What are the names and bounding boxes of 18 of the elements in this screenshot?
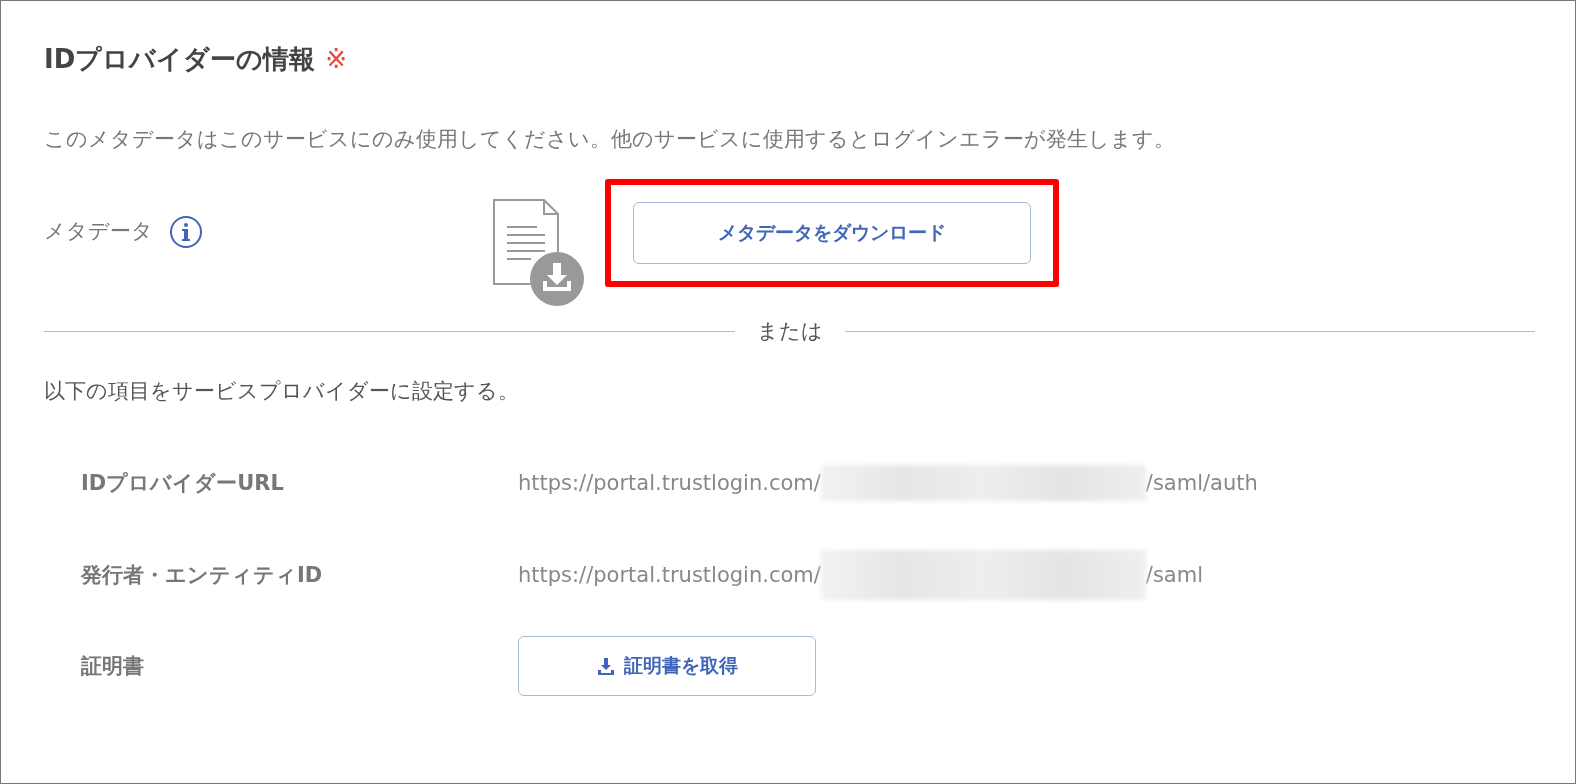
divider-label: または: [756, 318, 823, 345]
field-label: IDプロバイダーURL: [81, 470, 285, 497]
url-text: https://portal.trustlogin.com/: [518, 471, 821, 495]
notice-text: このメタデータはこのサービスにのみ使用してください。他のサービスに使用するとログインエラーが発生します。: [44, 126, 1176, 153]
field-label: 発行者・エンティティID: [81, 562, 324, 589]
metadata-label: メタデータ: [44, 218, 153, 245]
field-label: 証明書: [81, 653, 145, 680]
document-download-icon: [491, 197, 585, 307]
required-mark: ※: [325, 44, 348, 74]
download-icon: [596, 656, 616, 676]
section-title: IDプロバイダーの情報: [44, 42, 316, 76]
instruction-text: 以下の項目をサービスプロバイダーに設定する。: [44, 378, 520, 405]
url-text: /saml: [1145, 563, 1203, 587]
info-icon[interactable]: [169, 215, 203, 249]
url-text: /saml/auth: [1145, 471, 1258, 495]
url-text: https://portal.trustlogin.com/: [518, 563, 821, 587]
get-certificate-button[interactable]: 証明書を取得: [518, 636, 816, 696]
download-metadata-button[interactable]: メタデータをダウンロード: [633, 202, 1031, 264]
